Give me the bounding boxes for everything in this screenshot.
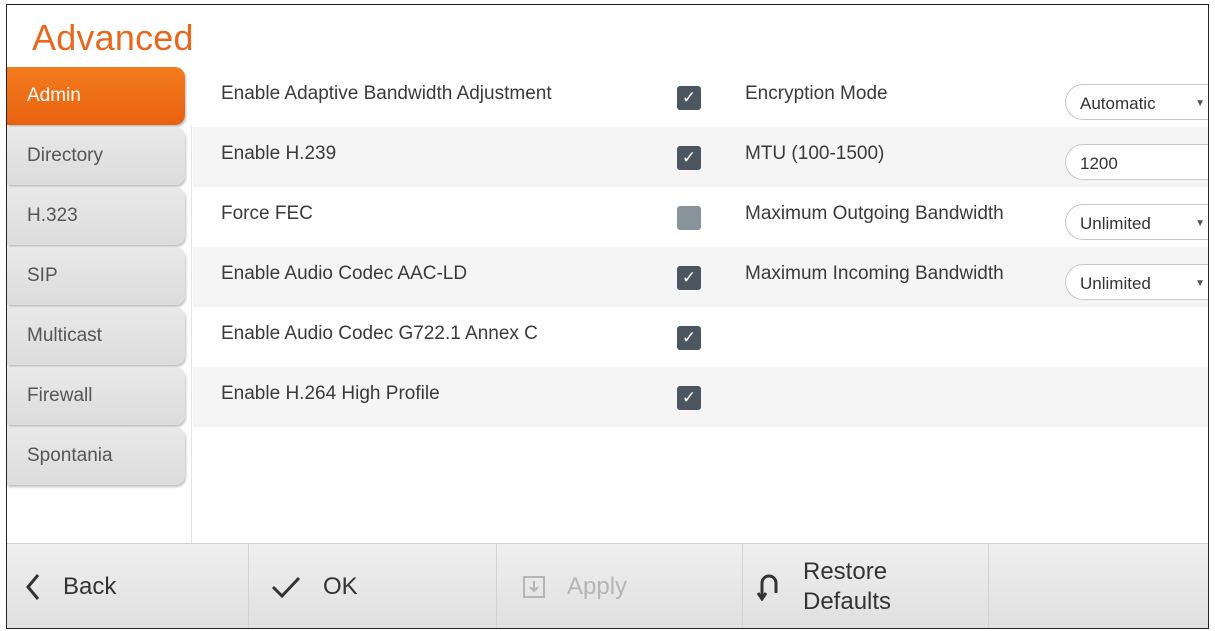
footer-toolbar: Back OK Apply Restore Defaults [7,543,1208,628]
caret-down-icon: ▼ [1195,218,1205,229]
mtu-label: MTU (100-1500) [745,143,885,164]
encryption-mode-value: Automatic [1080,93,1156,113]
settings-row-empty [193,427,1208,487]
encryption-mode-label: Encryption Mode [745,83,888,104]
sidebar-item-admin[interactable]: Admin [7,67,185,125]
sidebar-item-label: Multicast [27,325,102,346]
sidebar-item-directory[interactable]: Directory [7,127,185,185]
h264-high-profile-label: Enable H.264 High Profile [221,383,440,404]
restore-line-1: Restore [803,557,888,585]
h264-high-profile-checkbox[interactable]: ✓ [677,386,701,410]
sidebar-item-label: Spontania [27,445,113,466]
max-incoming-bandwidth-value: Unlimited [1080,273,1151,293]
chevron-left-icon [25,573,41,601]
page-title: Advanced [32,17,194,58]
h239-label: Enable H.239 [221,143,337,164]
adaptive-bandwidth-label: Enable Adaptive Bandwidth Adjustment [221,83,552,104]
g7221-annex-c-checkbox[interactable]: ✓ [677,326,701,350]
settings-row: Enable Audio Codec AAC-LD ✓ Maximum Inco… [193,247,1208,307]
caret-down-icon: ▼ [1195,98,1205,109]
ok-label: OK [323,572,358,600]
check-icon: ✓ [681,268,697,287]
back-button[interactable]: Back [7,544,249,628]
h239-checkbox[interactable]: ✓ [677,146,701,170]
mtu-input[interactable]: 1200 [1065,144,1208,180]
back-label: Back [63,572,117,600]
check-icon: ✓ [681,148,697,167]
max-incoming-bandwidth-label: Maximum Incoming Bandwidth [745,263,1004,284]
max-outgoing-bandwidth-value: Unlimited [1080,213,1151,233]
check-icon: ✓ [681,388,697,407]
sidebar-item-label: Firewall [27,385,93,406]
sidebar-item-spontania[interactable]: Spontania [7,427,185,485]
apply-label: Apply [567,572,628,600]
max-incoming-bandwidth-select[interactable]: Unlimited ▼ [1065,264,1208,300]
sidebar-item-h323[interactable]: H.323 [7,187,185,245]
settings-panel: Enable Adaptive Bandwidth Adjustment ✓ E… [193,67,1208,487]
sidebar-item-label: Directory [27,145,104,166]
restore-line-2: Defaults [803,587,892,615]
force-fec-label: Force FEC [221,203,313,224]
g7221-annex-c-label: Enable Audio Codec G722.1 Annex C [221,323,538,344]
sidebar-item-multicast[interactable]: Multicast [7,307,185,365]
sidebar-item-label: SIP [27,265,58,286]
checkmark-icon [271,575,301,599]
check-icon: ✓ [681,88,697,107]
sidebar-divider [191,125,192,545]
restore-defaults-label: Restore Defaults [803,557,891,617]
apply-icon [523,575,545,598]
caret-down-icon: ▼ [1195,278,1205,289]
settings-row: Enable Audio Codec G722.1 Annex C ✓ [193,307,1208,367]
sidebar-item-sip[interactable]: SIP [7,247,185,305]
sidebar-item-label: H.323 [27,205,78,226]
settings-row: Enable H.239 ✓ MTU (100-1500) 1200 [193,127,1208,187]
sidebar: Admin Directory H.323 SIP Multicast Fire… [7,67,193,487]
check-icon: ✓ [681,328,697,347]
sidebar-item-label: Admin [27,85,81,106]
apply-button[interactable]: Apply [497,544,743,628]
max-outgoing-bandwidth-select[interactable]: Unlimited ▼ [1065,204,1208,240]
max-outgoing-bandwidth-label: Maximum Outgoing Bandwidth [745,203,1004,224]
restore-icon [757,573,781,601]
settings-row: Force FEC Maximum Outgoing Bandwidth Unl… [193,187,1208,247]
advanced-settings-window: Advanced Admin Directory H.323 SIP Multi… [6,4,1209,629]
sidebar-item-firewall[interactable]: Firewall [7,367,185,425]
adaptive-bandwidth-checkbox[interactable]: ✓ [677,86,701,110]
aac-ld-label: Enable Audio Codec AAC-LD [221,263,468,284]
mtu-value: 1200 [1080,153,1118,173]
aac-ld-checkbox[interactable]: ✓ [677,266,701,290]
restore-defaults-button[interactable]: Restore Defaults [743,544,989,628]
force-fec-checkbox[interactable] [677,206,701,230]
settings-row: Enable H.264 High Profile ✓ [193,367,1208,427]
settings-row: Enable Adaptive Bandwidth Adjustment ✓ E… [193,67,1208,127]
ok-button[interactable]: OK [249,544,497,628]
encryption-mode-select[interactable]: Automatic ▼ [1065,84,1208,120]
